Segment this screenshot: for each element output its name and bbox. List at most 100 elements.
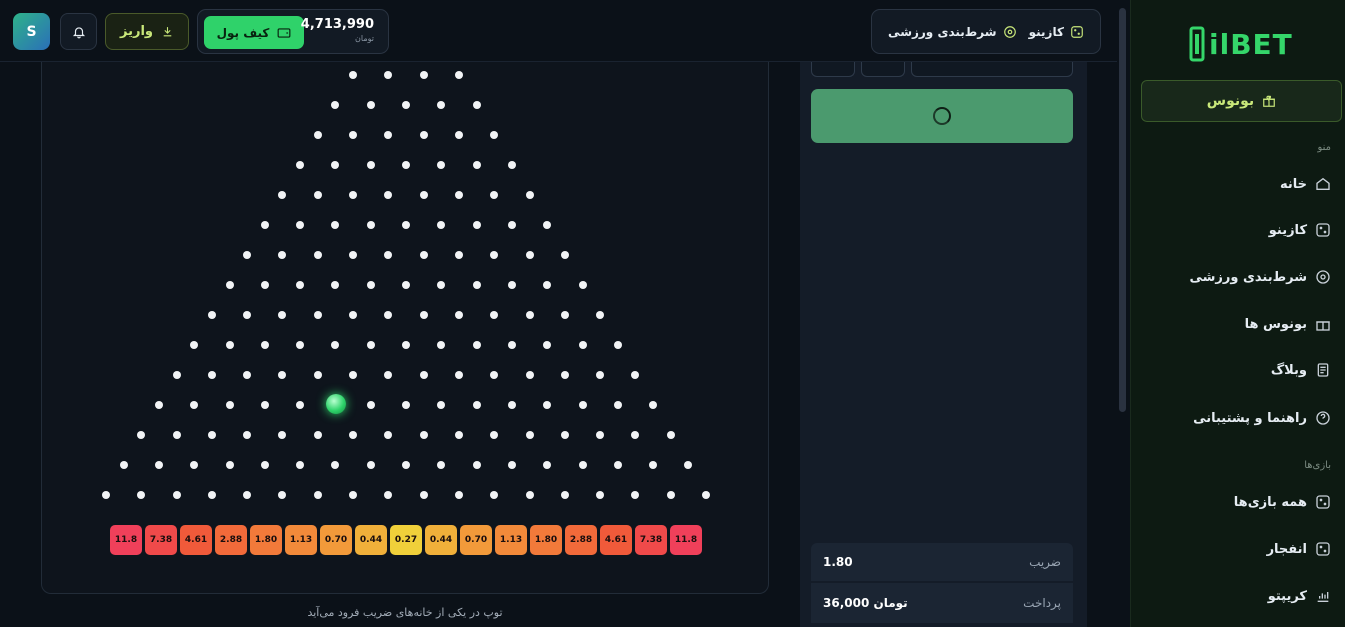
multiplier-slot: 4.61 xyxy=(180,525,212,555)
peg xyxy=(437,221,446,229)
peg xyxy=(490,191,499,199)
peg xyxy=(472,341,481,349)
peg xyxy=(190,401,199,409)
sidebar-item-help[interactable]: راهنما و پشتیبانی xyxy=(1193,410,1331,426)
peg xyxy=(384,71,393,79)
wallet-button[interactable]: کیف پول xyxy=(204,16,304,49)
peg xyxy=(613,401,622,409)
sidebar-item-casino[interactable]: کازینو xyxy=(1269,222,1331,238)
tab-casino[interactable]: کازینو xyxy=(1029,25,1084,39)
sidebar-item-crypto[interactable]: کریپتو xyxy=(1268,588,1331,604)
peg xyxy=(525,251,534,259)
peg xyxy=(596,491,605,499)
peg xyxy=(402,341,410,349)
tab-sports[interactable]: شرط‌بندی ورزشی xyxy=(888,25,1016,39)
multiplier-slot: 0.44 xyxy=(355,525,387,555)
peg xyxy=(172,431,181,439)
peg xyxy=(384,311,393,319)
peg xyxy=(472,401,481,409)
peg xyxy=(349,371,358,379)
logo-text: ilBET xyxy=(1209,27,1293,61)
peg xyxy=(313,491,322,499)
sidebar-item-sports[interactable]: شرط‌بندی ورزشی xyxy=(1190,269,1332,285)
peg xyxy=(225,461,234,469)
tab-casino-label: کازینو xyxy=(1028,24,1064,39)
peg xyxy=(490,311,499,319)
peg xyxy=(243,371,252,379)
sidebar-item-label: کازینو xyxy=(1268,222,1307,238)
sidebar-item-crash[interactable]: انفجار xyxy=(1267,541,1331,557)
bonus-button[interactable]: بونوس xyxy=(1141,80,1342,122)
peg xyxy=(313,431,322,439)
peg xyxy=(349,191,358,199)
avatar[interactable]: S xyxy=(13,13,50,50)
peg xyxy=(331,281,340,289)
multiplier-slot: 4.61 xyxy=(600,525,632,555)
peg xyxy=(454,251,463,259)
gift-icon xyxy=(1263,95,1276,107)
peg xyxy=(296,281,305,289)
peg xyxy=(384,491,393,499)
bet-half-input[interactable] xyxy=(811,62,855,77)
deposit-button[interactable]: واریز xyxy=(105,13,189,50)
sidebar-item-bonuses[interactable]: بونوس ها xyxy=(1245,316,1331,332)
sidebar-item-blog[interactable]: وبلاگ xyxy=(1271,362,1331,378)
peg xyxy=(419,371,428,379)
notifications-button[interactable] xyxy=(60,13,97,50)
sidebar-item-label: وبلاگ xyxy=(1270,362,1307,378)
sidebar-item-all-games[interactable]: همه بازی‌ها xyxy=(1234,494,1331,510)
peg xyxy=(243,491,252,499)
peg xyxy=(384,371,393,379)
peg xyxy=(543,281,552,289)
peg xyxy=(454,191,463,199)
peg xyxy=(543,341,552,349)
peg xyxy=(384,131,393,139)
peg xyxy=(472,101,481,109)
peg xyxy=(578,281,587,289)
peg xyxy=(666,491,675,499)
peg xyxy=(525,431,534,439)
page-scrollbar[interactable] xyxy=(1119,8,1126,412)
sidebar-item-label: همه بازی‌ها xyxy=(1233,494,1307,510)
gift-icon xyxy=(1316,321,1330,331)
peg xyxy=(578,341,587,349)
plinko-ball xyxy=(326,394,346,414)
peg xyxy=(525,191,534,199)
bet-double-input[interactable] xyxy=(861,62,905,77)
deposit-label: واریز xyxy=(120,24,153,39)
peg xyxy=(402,221,410,229)
peg xyxy=(560,371,569,379)
multiplier-slot: 0.70 xyxy=(460,525,492,555)
dice-icon xyxy=(1316,495,1330,509)
bet-amount-input[interactable] xyxy=(911,62,1073,77)
peg xyxy=(507,161,516,169)
dice-icon xyxy=(1071,25,1083,38)
peg xyxy=(313,131,322,139)
logo[interactable]: ilBET xyxy=(1189,24,1293,64)
peg xyxy=(331,221,340,229)
peg xyxy=(243,431,252,439)
peg xyxy=(278,251,287,259)
target-icon xyxy=(1316,270,1330,284)
multiplier-slot: 11.8 xyxy=(110,525,142,555)
peg xyxy=(260,461,269,469)
sidebar-item-home[interactable]: خانه xyxy=(1280,176,1331,192)
peg xyxy=(454,131,463,139)
peg xyxy=(454,71,463,79)
peg xyxy=(419,191,428,199)
peg xyxy=(119,461,128,469)
peg xyxy=(154,401,163,409)
multiplier-slot: 1.13 xyxy=(285,525,317,555)
peg xyxy=(207,371,216,379)
multiplier-slot: 11.8 xyxy=(670,525,702,555)
play-button[interactable] xyxy=(811,89,1073,143)
peg xyxy=(313,371,322,379)
peg xyxy=(402,161,410,169)
multiplier-slot: 1.80 xyxy=(530,525,562,555)
peg xyxy=(525,491,534,499)
sidebar-item-label: کریپتو xyxy=(1267,588,1307,604)
peg xyxy=(419,491,428,499)
peg xyxy=(243,251,252,259)
multiplier-slot: 0.44 xyxy=(425,525,457,555)
peg xyxy=(454,431,463,439)
